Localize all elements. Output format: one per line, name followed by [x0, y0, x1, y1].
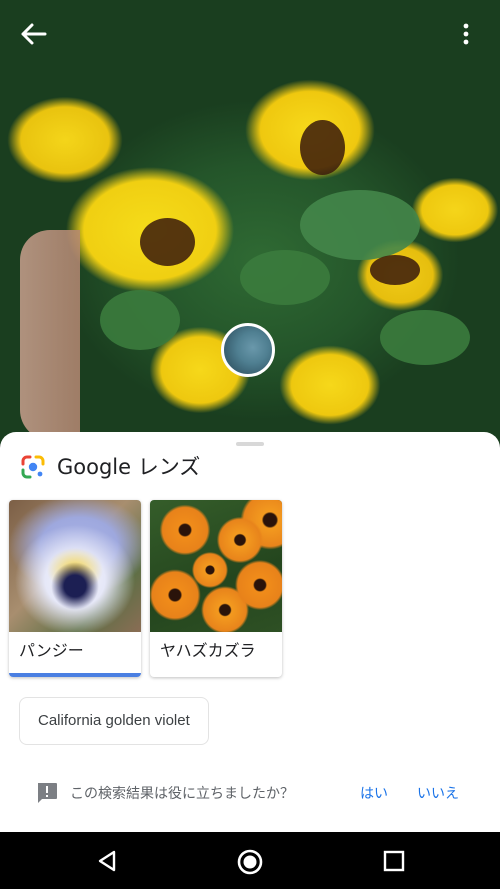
square-recent-icon[interactable] — [383, 850, 405, 872]
suggestion-chip[interactable]: California golden violet — [19, 697, 209, 745]
sheet-drag-handle[interactable] — [236, 442, 264, 446]
google-lens-logo-icon — [21, 455, 45, 479]
result-label: ヤハズカズラ — [160, 641, 256, 660]
more-vert-icon[interactable] — [454, 20, 478, 48]
feedback-icon — [38, 783, 57, 803]
camera-preview[interactable] — [0, 0, 500, 445]
triangle-back-icon[interactable] — [94, 848, 120, 874]
sheet-title: Google レンズ — [57, 455, 201, 479]
feedback-yes-button[interactable]: はい — [360, 784, 388, 804]
flower-pot — [20, 230, 80, 440]
results-sheet: Google レンズ パンジー ヤハズカズラ California golden… — [0, 432, 500, 832]
feedback-no-button[interactable]: いいえ — [417, 784, 459, 804]
arrow-back-icon[interactable] — [18, 20, 50, 48]
selected-indicator — [9, 673, 141, 677]
result-thumbnail — [9, 500, 141, 632]
result-card-thunbergia[interactable]: ヤハズカズラ — [150, 500, 282, 677]
result-label: パンジー — [19, 641, 84, 660]
result-card-pansy[interactable]: パンジー — [9, 500, 141, 677]
feedback-question: この検索結果は役に立ちましたか？ — [70, 786, 294, 802]
result-thumbnail — [150, 500, 282, 632]
lens-shutter-button[interactable] — [221, 323, 275, 377]
circle-home-icon[interactable] — [236, 848, 264, 876]
system-nav-bar — [0, 832, 500, 889]
